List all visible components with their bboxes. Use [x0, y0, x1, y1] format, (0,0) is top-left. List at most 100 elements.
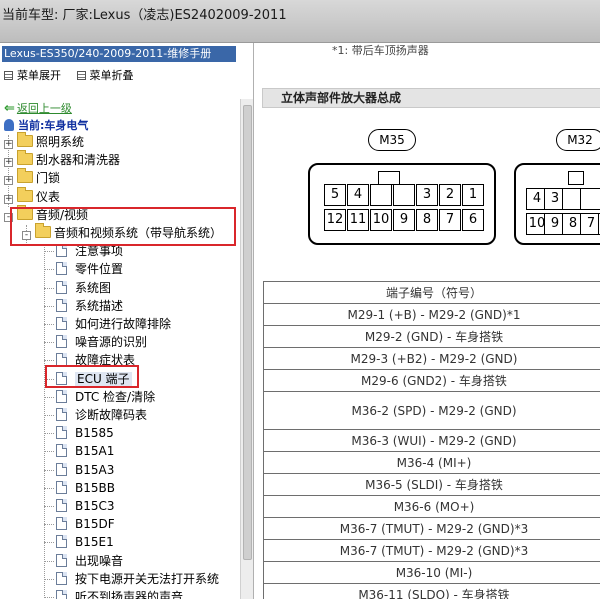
connector-pin: 9	[393, 209, 415, 231]
tree-item[interactable]: B15A1	[56, 442, 114, 460]
tree-item[interactable]: 零件位置	[56, 260, 123, 278]
table-row: M36-5 (SLDI) - 车身搭铁	[263, 473, 600, 496]
tree-item[interactable]: 诊断故障码表	[56, 406, 147, 424]
tree-item-label: 仪表	[36, 190, 61, 204]
tree-line	[44, 342, 54, 343]
tree-item-label: 注意事项	[75, 244, 124, 258]
tree-item[interactable]: B15A3	[56, 461, 114, 479]
tree-item[interactable]: + 仪表	[4, 187, 61, 206]
tree-item[interactable]: B15C3	[56, 497, 115, 515]
table-row: M36-2 (SPD) - M29-2 (GND)	[263, 391, 600, 430]
tree-item-label: 照明系统	[36, 135, 85, 149]
tree-item[interactable]: + 门锁	[4, 168, 61, 187]
tree-line	[44, 244, 45, 596]
tree-item[interactable]: 如何进行故障排除	[56, 315, 171, 333]
connector-pin: 7	[439, 209, 461, 231]
document-icon	[56, 499, 67, 512]
tree-item-label: 噪音源的识别	[75, 335, 148, 349]
tree-item-label: B15A1	[75, 444, 115, 458]
connector-label-m32: M32	[556, 129, 600, 151]
table-cell: M36-10 (MI-)	[263, 561, 600, 584]
tree-item[interactable]: + 刮水器和清洗器	[4, 150, 121, 169]
title-bar: 当前车型: 厂家:Lexus（凌志)ES2402009-2011	[0, 0, 600, 43]
tree-item[interactable]: 噪音源的识别	[56, 333, 147, 351]
tree-scrollbar[interactable]	[240, 99, 253, 599]
tree-line	[44, 269, 54, 270]
tree-item[interactable]: 听不到扬声器的声音	[56, 588, 183, 599]
table-cell: M36-4 (MI+)	[263, 451, 600, 474]
tree-item-label: 零件位置	[75, 262, 124, 276]
connector-pin: 5	[324, 184, 346, 206]
tree-line	[44, 433, 54, 434]
expand-icon[interactable]: +	[4, 140, 13, 149]
tree-item[interactable]: B15BB	[56, 479, 115, 497]
tree-item[interactable]: B15E1	[56, 533, 114, 551]
location-icon	[4, 119, 14, 131]
table-cell: M36-7 (TMUT) - M29-2 (GND)*3	[263, 517, 600, 540]
document-icon	[56, 281, 67, 294]
tree-item-label: 诊断故障码表	[75, 408, 148, 422]
current-location-label: 当前:车身电气	[18, 119, 89, 132]
expand-all-button[interactable]: 菜单展开	[4, 67, 61, 83]
tree-controls: 菜单展开 菜单折叠	[4, 67, 146, 83]
tree-item-label: B15E1	[75, 535, 114, 549]
tree-item[interactable]: B1585	[56, 424, 114, 442]
document-icon	[56, 554, 67, 567]
table-row: M29-3 (+B2) - M29-2 (GND)	[263, 347, 600, 370]
document-icon	[56, 572, 67, 585]
tree-item-label: 系统描述	[75, 299, 124, 313]
expand-icon[interactable]: +	[4, 158, 13, 167]
tree-line	[44, 324, 54, 325]
table-row: M36-10 (MI-)	[263, 561, 600, 584]
tree-item-label: 门锁	[36, 171, 61, 185]
menu-icon	[76, 71, 86, 80]
tree-item[interactable]: B15DF	[56, 515, 115, 533]
back-link[interactable]: 返回上一级	[17, 102, 72, 115]
connector-pin-empty	[370, 184, 392, 206]
tree-item-label: 系统图	[75, 281, 112, 295]
tree-item[interactable]: DTC 检查/清除	[56, 388, 155, 406]
tree-item-label: 刮水器和清洗器	[36, 153, 121, 167]
tree-item[interactable]: 系统描述	[56, 297, 123, 315]
folder-icon	[17, 132, 33, 147]
tree-line	[44, 524, 54, 525]
expand-icon[interactable]: +	[4, 195, 13, 204]
connector-pin: 7	[580, 213, 600, 235]
scrollbar-thumb[interactable]	[243, 105, 252, 560]
table-row: M36-7 (TMUT) - M29-2 (GND)*3	[263, 539, 600, 562]
connector-pin-empty	[393, 184, 415, 206]
table-cell: M29-3 (+B2) - M29-2 (GND)	[263, 347, 600, 370]
footnote-text: *1: 带后车顶扬声器	[332, 44, 429, 57]
tree-line	[44, 597, 54, 598]
tree-line	[44, 306, 54, 307]
tree-line	[44, 451, 54, 452]
tree-line	[44, 397, 54, 398]
highlight-box	[45, 365, 139, 388]
tree-item-label: 出现噪音	[75, 554, 124, 568]
back-arrow-icon: ⇐	[4, 101, 15, 116]
tree-item-label: B1585	[75, 426, 114, 440]
navigation-pane: Lexus-ES350/240-2009-2011-维修手册 菜单展开 菜单折叠…	[0, 43, 254, 599]
expand-icon[interactable]: +	[4, 176, 13, 185]
collapse-all-button[interactable]: 菜单折叠	[76, 67, 134, 83]
connector-pin: 2	[439, 184, 461, 206]
current-location: 当前:车身电气	[4, 117, 88, 133]
connector-pin: 10	[370, 209, 392, 231]
table-cell: M29-1 (+B) - M29-2 (GND)*1	[263, 303, 600, 326]
document-icon	[56, 299, 67, 312]
tree-item[interactable]: 系统图	[56, 279, 111, 297]
connector-pin: 6	[462, 209, 484, 231]
connector-key	[568, 171, 584, 185]
tree-item[interactable]: + 照明系统	[4, 132, 85, 151]
table-row: M36-6 (MO+)	[263, 495, 600, 518]
window-title: 当前车型: 厂家:Lexus（凌志)ES2402009-2011	[2, 8, 287, 23]
connector-label-m35: M35	[368, 129, 416, 151]
tree-item[interactable]: 出现噪音	[56, 552, 123, 570]
highlight-box	[10, 207, 236, 246]
folder-icon	[17, 187, 33, 202]
tree-item[interactable]: 按下电源开关无法打开系统	[56, 570, 219, 588]
tree-line	[44, 561, 54, 562]
connector-pin: 1	[462, 184, 484, 206]
table-cell: M36-3 (WUI) - M29-2 (GND)	[263, 429, 600, 452]
document-icon	[56, 535, 67, 548]
